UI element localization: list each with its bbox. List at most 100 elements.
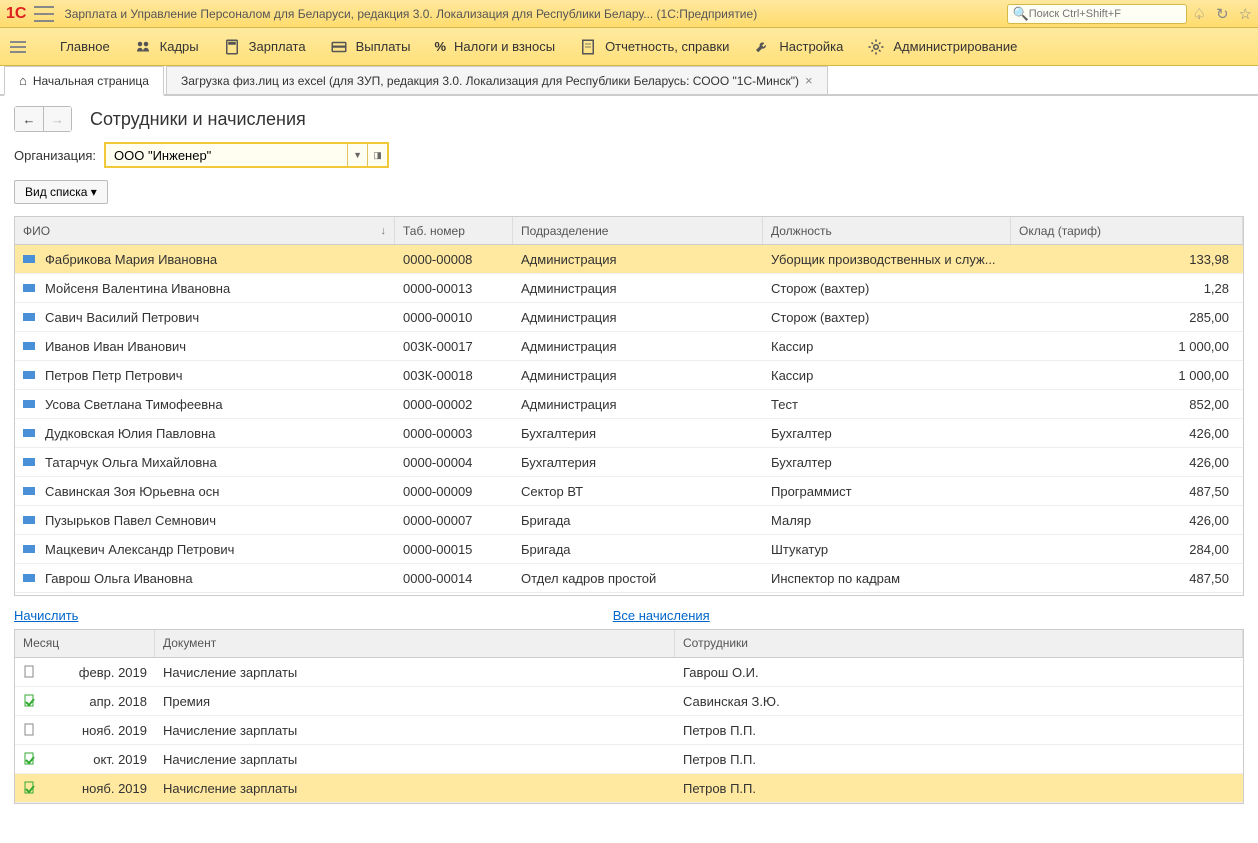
table-row[interactable]: Фабрикова Мария Ивановна0000-00008Админи…	[15, 245, 1243, 274]
menu-payments[interactable]: Выплаты	[330, 38, 411, 56]
department: Бригада	[513, 542, 763, 557]
table-row[interactable]: Усова Светлана Тимофеевна0000-00002Админ…	[15, 390, 1243, 419]
menu-toggle[interactable]	[10, 41, 36, 53]
employee-icon	[23, 487, 35, 495]
menu-taxes[interactable]: %Налоги и взносы	[434, 39, 555, 54]
position: Кассир	[763, 339, 1011, 354]
all-accruals-link[interactable]: Все начисления	[613, 608, 710, 623]
main-menu: Главное Кадры Зарплата Выплаты %Налоги и…	[0, 28, 1258, 66]
doc-name: Начисление зарплаты	[155, 723, 675, 738]
table-row[interactable]: Савич Василий Петрович0000-00010Админист…	[15, 303, 1243, 332]
doc-name: Начисление зарплаты	[155, 781, 675, 796]
tab-import[interactable]: Загрузка физ.лиц из excel (для ЗУП, реда…	[166, 66, 828, 94]
table2-body[interactable]: февр. 2019Начисление зарплатыГаврош О.И.…	[15, 658, 1243, 803]
salary: 1,28	[1011, 281, 1243, 296]
accrual-row[interactable]: окт. 2019Начисление зарплатыПетров П.П.	[15, 745, 1243, 774]
employee-short: Савинская З.Ю.	[675, 694, 1243, 709]
search-input[interactable]	[1029, 8, 1181, 20]
tab-number: 0000-00007	[395, 513, 513, 528]
table-row[interactable]: Татарчук Ольга Михайловна0000-00004Бухга…	[15, 448, 1243, 477]
hamburger-icon[interactable]	[34, 6, 54, 22]
star-icon[interactable]: ☆	[1239, 5, 1252, 23]
menu-salary[interactable]: Зарплата	[223, 38, 306, 56]
filter-row: Организация: ▼ ◨	[0, 136, 1258, 174]
salary: 852,00	[1011, 397, 1243, 412]
col-salary[interactable]: Оклад (тариф)	[1011, 217, 1243, 244]
menu-reports[interactable]: Отчетность, справки	[579, 38, 729, 56]
col-position[interactable]: Должность	[763, 217, 1011, 244]
month: февр. 2019	[79, 665, 147, 680]
accruals-table: Месяц Документ Сотрудники февр. 2019Начи…	[14, 629, 1244, 804]
org-select[interactable]: ▼ ◨	[104, 142, 389, 168]
menu-settings[interactable]: Настройка	[753, 38, 843, 56]
doc-name: Начисление зарплаты	[155, 752, 675, 767]
table-row[interactable]: Дудковская Юлия Павловна0000-00003Бухгал…	[15, 419, 1243, 448]
employee-name: Мойсеня Валентина Ивановна	[45, 281, 230, 296]
employee-name: Мацкевич Александр Петрович	[45, 542, 234, 557]
employee-icon	[23, 284, 35, 292]
col-document[interactable]: Документ	[155, 630, 675, 657]
position: Инспектор по кадрам	[763, 571, 1011, 586]
table-row[interactable]: Гаврош Ольга Ивановна0000-00014Отдел кад…	[15, 564, 1243, 593]
tab-home[interactable]: ⌂Начальная страница	[4, 66, 164, 96]
close-icon[interactable]: ×	[805, 73, 813, 88]
col-employees[interactable]: Сотрудники	[675, 630, 1243, 657]
table-row[interactable]: Мойсеня Валентина Ивановна0000-00013Адми…	[15, 274, 1243, 303]
col-department[interactable]: Подразделение	[513, 217, 763, 244]
salary: 1 000,00	[1011, 368, 1243, 383]
employee-icon	[23, 545, 35, 553]
tab-bar: ⌂Начальная страница Загрузка физ.лиц из …	[0, 66, 1258, 96]
table-row[interactable]: Мацкевич Александр Петрович0000-00015Бри…	[15, 535, 1243, 564]
links-row: Начислить Все начисления	[0, 596, 1258, 629]
accrual-row[interactable]: нояб. 2019Начисление зарплатыПетров П.П.	[15, 774, 1243, 803]
salary: 426,00	[1011, 513, 1243, 528]
accrue-link[interactable]: Начислить	[14, 608, 78, 623]
department: Администрация	[513, 252, 763, 267]
document-status-icon	[23, 781, 37, 795]
back-button[interactable]: ←	[15, 107, 43, 131]
employee-icon	[23, 255, 35, 263]
salary: 487,50	[1011, 571, 1243, 586]
history-icon[interactable]: ↻	[1216, 5, 1229, 23]
accrual-row[interactable]: апр. 2018ПремияСавинская З.Ю.	[15, 687, 1243, 716]
titlebar: 1C Зарплата и Управление Персоналом для …	[0, 0, 1258, 28]
table-row[interactable]: Иванов Иван Иванович003К-00017Администра…	[15, 332, 1243, 361]
menu-personnel[interactable]: Кадры	[134, 38, 199, 56]
table-row[interactable]: Савинская Зоя Юрьевна осн0000-00009Секто…	[15, 477, 1243, 506]
accrual-row[interactable]: нояб. 2019Начисление зарплатыПетров П.П.	[15, 716, 1243, 745]
dropdown-icon[interactable]: ▼	[347, 144, 367, 166]
open-icon[interactable]: ◨	[367, 144, 387, 166]
accrual-row[interactable]: февр. 2019Начисление зарплатыГаврош О.И.	[15, 658, 1243, 687]
table-row[interactable]: Пузырьков Павел Семнович0000-00007Бригад…	[15, 506, 1243, 535]
employee-icon	[23, 574, 35, 582]
employee-icon	[23, 429, 35, 437]
forward-button[interactable]: →	[43, 107, 71, 131]
calculator-icon	[223, 38, 241, 56]
position: Штукатур	[763, 542, 1011, 557]
view-mode-button[interactable]: Вид списка ▾	[14, 180, 108, 204]
menu-main[interactable]: Главное	[60, 39, 110, 54]
bell-icon[interactable]: ♤	[1193, 5, 1206, 23]
document-status-icon	[23, 752, 37, 766]
employee-name: Татарчук Ольга Михайловна	[45, 455, 217, 470]
tab-number: 0000-00013	[395, 281, 513, 296]
employee-icon	[23, 458, 35, 466]
table-row[interactable]: Петров Петр Петрович003К-00018Администра…	[15, 361, 1243, 390]
department: Сектор ВТ	[513, 484, 763, 499]
global-search[interactable]: 🔍	[1007, 4, 1187, 24]
table-body[interactable]: Фабрикова Мария Ивановна0000-00008Админи…	[15, 245, 1243, 595]
col-month[interactable]: Месяц	[15, 630, 155, 657]
org-input[interactable]	[106, 148, 347, 163]
employee-icon	[23, 342, 35, 350]
position: Сторож (вахтер)	[763, 281, 1011, 296]
page-title: Сотрудники и начисления	[90, 109, 306, 130]
position: Кассир	[763, 368, 1011, 383]
document-status-icon	[23, 723, 37, 737]
col-tabnum[interactable]: Таб. номер	[395, 217, 513, 244]
menu-admin[interactable]: Администрирование	[867, 38, 1017, 56]
employees-table: ФИО Таб. номер Подразделение Должность О…	[14, 216, 1244, 596]
month: нояб. 2019	[82, 723, 147, 738]
col-fio[interactable]: ФИО	[15, 217, 395, 244]
wrench-icon	[753, 38, 771, 56]
percent-icon: %	[434, 39, 446, 54]
